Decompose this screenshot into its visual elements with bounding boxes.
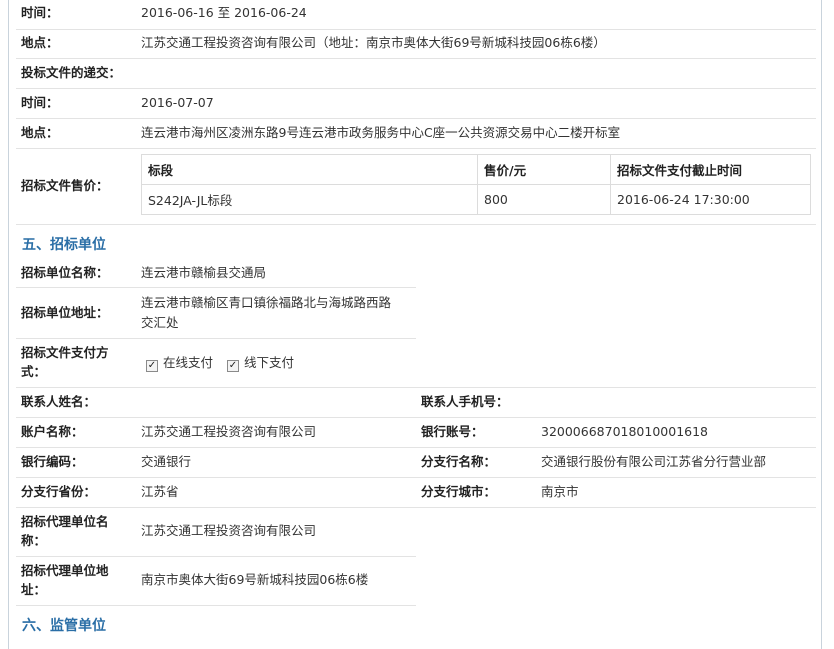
pay-method-label-line1: 招标文件支付方 — [21, 345, 109, 360]
submit-place-label: 地点： — [21, 125, 59, 140]
price-header-section: 标段 — [141, 154, 478, 185]
submit-place-row: 地点： 连云港市海州区凌洲东路9号连云港市政务服务中心C座一公共资源交易中心二楼… — [16, 119, 816, 149]
offline-pay-checkbox[interactable]: ✓ — [227, 360, 239, 372]
sale-period-label: 时间： — [21, 5, 59, 20]
agent-addr-row: 招标代理单位地 址： 南京市奥体大街69号新城科技园06栋6楼 — [16, 557, 416, 606]
price-header-price: 售价/元 — [477, 154, 611, 185]
price-label: 招标文件售价： — [21, 178, 109, 193]
branch-label: 分支行名称： — [421, 454, 497, 469]
tenderer-name-row: 招标单位名称： 连云港市赣榆县交通局 — [16, 258, 416, 288]
price-header-deadline: 招标文件支付截止时间 — [610, 154, 811, 185]
contact-phone-label: 联系人手机号： — [421, 394, 509, 409]
submit-time-row: 时间： 2016-07-07 — [16, 89, 816, 119]
price-cell-deadline: 2016-06-24 17:30:00 — [610, 184, 811, 215]
agent-addr-value: 南京市奥体大街69号新城科技园06栋6楼 — [141, 572, 369, 587]
section-title-supervisor: 六、监管单位 — [22, 618, 106, 634]
agent-addr-label-line2: 址： — [21, 582, 47, 597]
province-value: 江苏省 — [141, 484, 179, 499]
contact-name-label: 联系人姓名： — [21, 394, 97, 409]
sale-period-value: 2016-06-16 至 2016-06-24 — [141, 5, 307, 20]
account-row: 账户名称： 江苏交通工程投资咨询有限公司 银行账号： 3200066870180… — [16, 418, 816, 448]
agent-name-label-line1: 招标代理单位名 — [21, 514, 109, 529]
online-pay-label: 在线支付 — [163, 355, 214, 370]
price-table: 标段 售价/元 招标文件支付截止时间 S242JA-JL标段 800 2016-… — [141, 154, 811, 215]
sale-period-row: 时间： 2016-06-16 至 2016-06-24 — [16, 0, 816, 30]
pay-method-label-line2: 式： — [21, 364, 47, 379]
table-row: S242JA-JL标段 800 2016-06-24 17:30:00 — [141, 184, 811, 215]
submit-time-value: 2016-07-07 — [141, 95, 214, 110]
agent-name-label-line2: 称： — [21, 533, 47, 548]
city-label: 分支行城市： — [421, 484, 497, 499]
tenderer-name-label: 招标单位名称： — [21, 265, 109, 280]
agent-addr-label-line1: 招标代理单位地 — [21, 563, 109, 578]
submit-place-value: 连云港市海州区凌洲东路9号连云港市政务服务中心C座一公共资源交易中心二楼开标室 — [141, 125, 621, 140]
contact-row: 联系人姓名： 联系人手机号： — [16, 388, 816, 418]
bank-row: 银行编码： 交通银行 分支行名称： 交通银行股份有限公司江苏省分行营业部 — [16, 448, 816, 478]
price-cell-section: S242JA-JL标段 — [141, 184, 478, 215]
sale-place-value: 江苏交通工程投资咨询有限公司（地址：南京市奥体大街69号新城科技园06栋6楼） — [141, 35, 606, 50]
bank-code-value: 交通银行 — [141, 454, 192, 469]
price-table-header: 标段 售价/元 招标文件支付截止时间 — [141, 154, 811, 185]
pay-method-options: ✓ 在线支付 ✓ 线下支付 — [146, 354, 304, 372]
offline-pay-label: 线下支付 — [244, 355, 295, 370]
price-cell-price: 800 — [477, 184, 611, 215]
tenderer-addr-row: 招标单位地址： 连云港市赣榆区青口镇徐福路北与海城路西路 交汇处 — [16, 288, 416, 339]
agent-name-value: 江苏交通工程投资咨询有限公司 — [141, 523, 317, 538]
agent-name-row: 招标代理单位名 称： 江苏交通工程投资咨询有限公司 — [16, 508, 416, 557]
section5-divider — [16, 228, 816, 258]
account-value: 江苏交通工程投资咨询有限公司 — [141, 424, 317, 439]
tenderer-addr-label: 招标单位地址： — [21, 305, 109, 320]
tenderer-addr-line1: 连云港市赣榆区青口镇徐福路北与海城路西路 — [141, 295, 392, 310]
bank-code-label: 银行编码： — [21, 454, 84, 469]
province-label: 分支行省份： — [21, 484, 97, 499]
submit-time-label: 时间： — [21, 95, 59, 110]
sale-place-row: 地点： 江苏交通工程投资咨询有限公司（地址：南京市奥体大街69号新城科技园06栋… — [16, 29, 816, 59]
bank-no-label: 银行账号： — [421, 424, 484, 439]
city-value: 南京市 — [541, 484, 579, 499]
branch-value: 交通银行股份有限公司江苏省分行营业部 — [541, 454, 767, 469]
province-row: 分支行省份： 江苏省 分支行城市： 南京市 — [16, 478, 816, 508]
tenderer-addr-line2: 交汇处 — [141, 315, 179, 330]
submission-row: 投标文件的递交： — [16, 59, 816, 89]
bank-no-value: 320006687018010001618 — [541, 424, 709, 439]
sale-place-label: 地点： — [21, 35, 59, 50]
pay-method-row: 招标文件支付方 式： ✓ 在线支付 ✓ 线下支付 — [16, 339, 816, 388]
tenderer-name-value: 连云港市赣榆县交通局 — [141, 265, 267, 280]
account-label: 账户名称： — [21, 424, 84, 439]
submission-label: 投标文件的递交： — [21, 65, 122, 80]
online-pay-checkbox[interactable]: ✓ — [146, 360, 158, 372]
